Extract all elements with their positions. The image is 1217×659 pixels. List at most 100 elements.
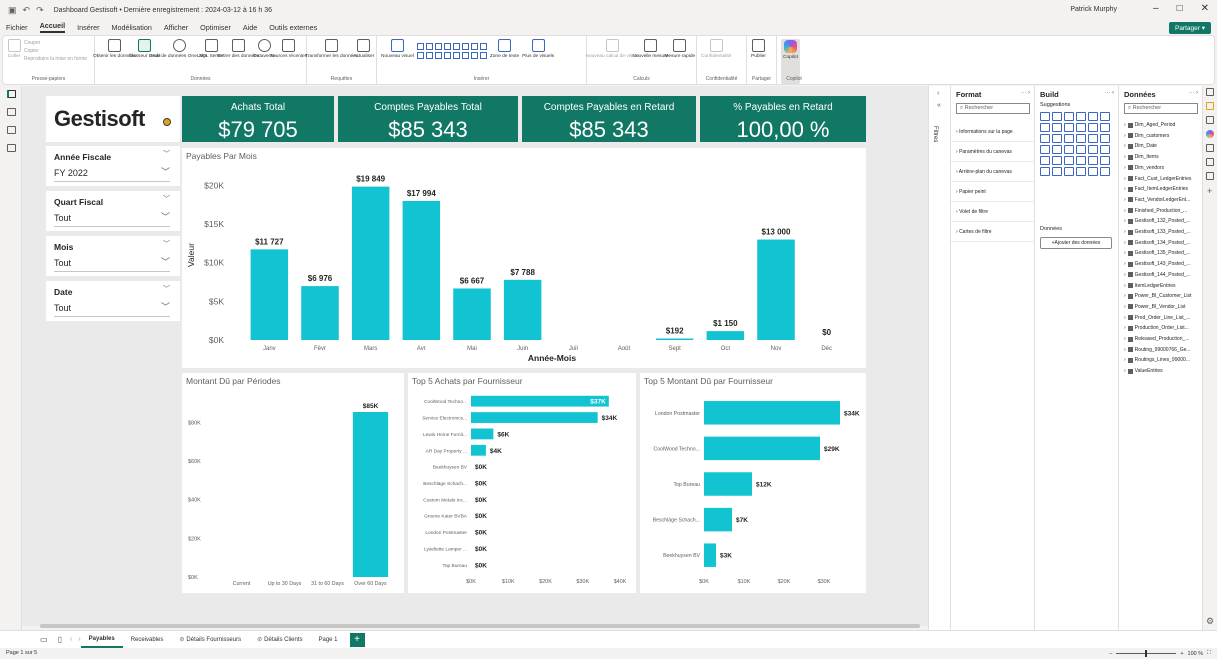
visual-type-icon[interactable] [1100, 156, 1110, 165]
prev-page-icon[interactable]: ‹ [70, 636, 72, 643]
expand-chevron-icon[interactable]: › [1124, 176, 1126, 182]
visual-type-icon[interactable] [1076, 167, 1086, 176]
data-table-item[interactable]: › Finished_Production_... [1124, 208, 1187, 214]
slicer-date[interactable]: Date ﹀ Tout ﹀ [46, 281, 180, 321]
dropdown-chevron-icon[interactable]: ﹀ [161, 210, 170, 223]
visual-type-icon[interactable] [1076, 112, 1086, 121]
filters-pane-collapsed[interactable]: ‹ « Filtres [928, 86, 950, 631]
visual-type-icon[interactable] [1076, 123, 1086, 132]
visual-type-icon[interactable] [1052, 167, 1062, 176]
visual-type-icon[interactable] [1088, 145, 1098, 154]
zoom-out-icon[interactable]: – [1109, 651, 1112, 657]
expand-chevron-icon[interactable]: › [1124, 240, 1126, 246]
bookmarks-icon[interactable] [1206, 144, 1214, 152]
slicer-mois[interactable]: Mois ﹀ Tout ﹀ [46, 236, 180, 276]
visual-type-icon[interactable] [1052, 134, 1062, 143]
expand-chevron-icon[interactable]: › [1124, 283, 1126, 289]
visual-type-icon[interactable] [1076, 156, 1086, 165]
collapse-icon[interactable]: ‹ [937, 90, 939, 97]
tab-details-fournisseurs[interactable]: ⊘ Détails Fournisseurs [171, 631, 249, 648]
data-icon[interactable] [1206, 102, 1214, 110]
user-name[interactable]: Patrick Murphy [1070, 6, 1117, 13]
visual-type-icon[interactable] [1064, 145, 1074, 154]
section-canvas-settings[interactable]: › Paramètres du canevas [951, 142, 1035, 162]
data-table-item[interactable]: › Fact_Cust_LedgerEntries [1124, 176, 1191, 182]
section-page-info[interactable]: › Informations sur la page [951, 122, 1035, 142]
data-table-item[interactable]: › Gestisoft_143_Posted_... [1124, 261, 1191, 267]
data-table-item[interactable]: › Gestisoft_134_Posted_... [1124, 240, 1191, 246]
visual-type-icon[interactable] [1088, 156, 1098, 165]
save-icon[interactable]: ▣ [8, 5, 17, 16]
expand-chevron-icon[interactable]: › [1124, 368, 1126, 374]
visual-type-icon[interactable] [1052, 112, 1062, 121]
menu-outils-externes[interactable]: Outils externes [269, 23, 317, 32]
visual-type-icon[interactable] [1088, 167, 1098, 176]
report-view-icon[interactable] [7, 90, 16, 98]
pane-more-icon[interactable]: ··· › [1020, 90, 1030, 96]
visual-type-icon[interactable] [1064, 112, 1074, 121]
search-input[interactable]: ⌕ Rechercher [956, 103, 1030, 114]
chart-top5-montant-du[interactable]: Top 5 Montant Dû par Fournisseur London … [640, 373, 866, 593]
visual-type-icon[interactable] [1052, 123, 1062, 132]
expand-chevron-icon[interactable]: › [1124, 261, 1126, 267]
data-table-item[interactable]: › Routings_Lines_99000... [1124, 357, 1190, 363]
mobile-view-icon[interactable]: ▯ [58, 635, 62, 644]
chart-montant-du-periodes[interactable]: Montant Dû par Périodes $0K $20K $40K $60K $… [182, 373, 404, 593]
expand-chevron-icon[interactable]: › [1124, 315, 1126, 321]
visual-type-icon[interactable] [1100, 134, 1110, 143]
data-table-item[interactable]: › Production_Order_List... [1124, 325, 1189, 331]
menu-optimiser[interactable]: Optimiser [200, 23, 231, 32]
visual-type-icon[interactable] [1076, 134, 1086, 143]
model-view-icon[interactable] [7, 126, 16, 134]
visual-type-icon[interactable] [1076, 145, 1086, 154]
visual-type-icon[interactable] [1040, 145, 1050, 154]
expand-chevron-icon[interactable]: › [1124, 186, 1126, 192]
chart-top5-achats[interactable]: Top 5 Achats par Fournisseur CoolWood Te… [408, 373, 636, 593]
visual-type-icon[interactable] [1088, 123, 1098, 132]
data-table-item[interactable]: › Gestisoft_133_Posted_... [1124, 229, 1191, 235]
pane-more-icon[interactable]: ··· › [1104, 90, 1114, 96]
kpi-comptes-payables-total[interactable]: Comptes Payables Total $85 343 [338, 96, 518, 142]
menu-fichier[interactable]: Fichier [6, 23, 28, 32]
data-table-item[interactable]: › Dim_vendors [1124, 165, 1164, 171]
fit-page-icon[interactable]: ⛶ [1207, 650, 1211, 657]
visual-type-icon[interactable] [1052, 145, 1062, 154]
menu-afficher[interactable]: Afficher [164, 23, 188, 32]
visual-type-icon[interactable] [1088, 134, 1098, 143]
visual-type-icon[interactable] [1040, 134, 1050, 143]
kpi-comptes-payables-retard[interactable]: Comptes Payables en Retard $85 343 [522, 96, 696, 142]
slicer-quart-fiscal[interactable]: Quart Fiscal ﹀ Tout ﹀ [46, 191, 180, 231]
data-table-item[interactable]: › Dim_Items [1124, 154, 1159, 160]
slicer-annee-fiscale[interactable]: Année Fiscale ﹀ FY 2022 ﹀ [46, 146, 180, 186]
chevron-down-icon[interactable]: ﹀ [163, 284, 170, 294]
dropdown-chevron-icon[interactable]: ﹀ [161, 300, 170, 313]
visualizations-gallery[interactable] [1040, 112, 1114, 176]
visual-type-icon[interactable] [1100, 145, 1110, 154]
data-table-item[interactable]: › Gestisoft_135_Posted_... [1124, 250, 1191, 256]
data-table-item[interactable]: › Dim_Aged_Period [1124, 122, 1175, 128]
tab-details-clients[interactable]: ⊘ Détails Clients [249, 631, 310, 648]
section-filter-pane[interactable]: › Volet de filtre [951, 202, 1035, 222]
menu-aide[interactable]: Aide [243, 23, 257, 32]
add-data-button[interactable]: +Ajouter des données [1040, 237, 1112, 249]
kpi-pourcentage-retard[interactable]: % Payables en Retard 100,00 % [700, 96, 866, 142]
expand-chevron-icon[interactable]: › [1124, 250, 1126, 256]
visual-type-icon[interactable] [1100, 123, 1110, 132]
expand-chevron-icon[interactable]: › [1124, 229, 1126, 235]
visual-type-icon[interactable] [1064, 134, 1074, 143]
expand-chevron-icon[interactable]: › [1124, 143, 1126, 149]
expand-chevron-icon[interactable]: › [1124, 218, 1126, 224]
maximize-icon[interactable]: □ [1177, 3, 1183, 14]
visual-type-icon[interactable] [1064, 167, 1074, 176]
table-view-icon[interactable] [7, 108, 16, 116]
expand-chevron-icon[interactable]: › [1124, 272, 1126, 278]
chevron-down-icon[interactable]: ﹀ [163, 149, 170, 159]
selection-icon[interactable] [1206, 158, 1214, 166]
share-button[interactable]: Partager ▾ [1168, 22, 1211, 34]
search-input[interactable]: ⌕ Rechercher [1124, 103, 1198, 114]
expand-chevron-icon[interactable]: › [1124, 133, 1126, 139]
visual-type-icon[interactable] [1064, 156, 1074, 165]
visual-type-icon[interactable] [1088, 112, 1098, 121]
expand-chevron-icon[interactable]: › [1124, 293, 1126, 299]
visual-type-icon[interactable] [1100, 167, 1110, 176]
